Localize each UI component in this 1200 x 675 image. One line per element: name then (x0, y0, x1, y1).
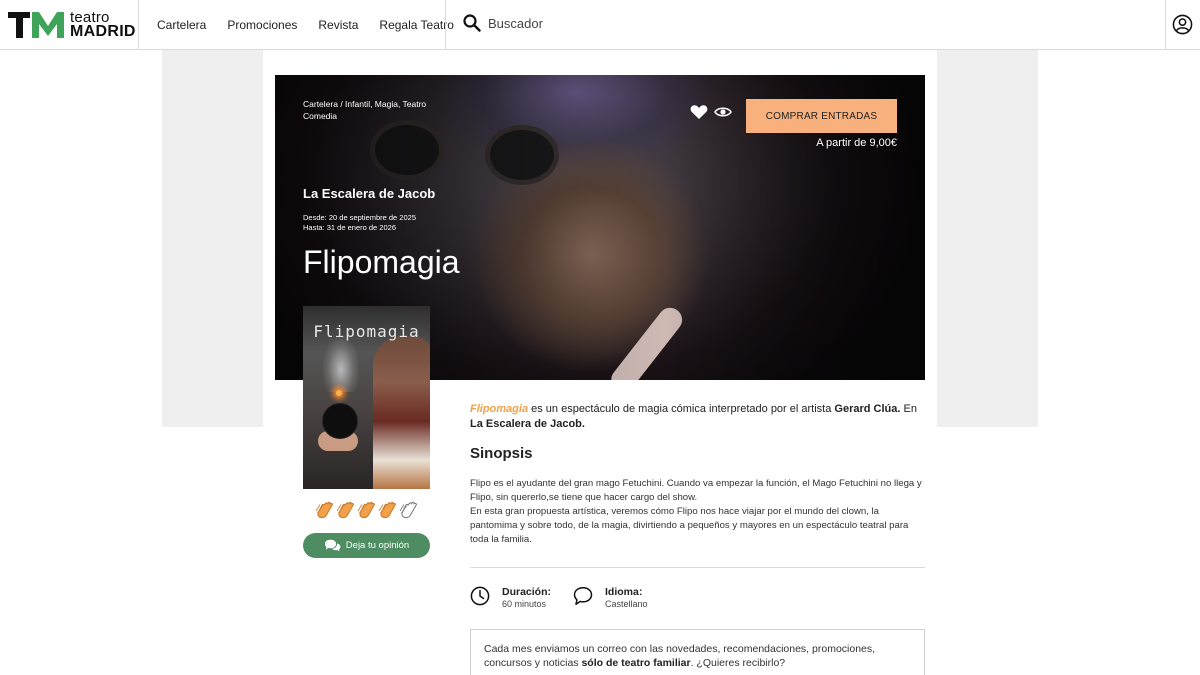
clap-hand-filled-icon[interactable] (336, 501, 356, 520)
leave-opinion-button[interactable]: Deja tu opinión (303, 533, 430, 558)
logo-wordmark: teatro MADRID (70, 10, 136, 40)
newsletter-question: . ¿Quieres recibirlo? (690, 657, 786, 669)
breadcrumb: Cartelera / Infantil, Magia, Teatro Come… (303, 98, 503, 122)
duration-value: 60 minutos (502, 599, 547, 609)
clock-icon (470, 586, 490, 606)
show-poster: Flipomagia (303, 306, 430, 489)
intro-show-name: Flipomagia (470, 403, 529, 415)
duration-label: Duración: (502, 586, 552, 598)
synopsis-paragraph: En esta gran propuesta artística, veremo… (470, 506, 909, 545)
header-divider (1165, 0, 1166, 50)
poster-title: Flipomagia (313, 322, 420, 341)
language-label: Idioma: (605, 586, 643, 598)
language-value: Castellano (605, 599, 648, 609)
speech-bubble-icon (573, 587, 593, 605)
intro-text: En (900, 403, 917, 415)
user-account-icon[interactable] (1172, 14, 1193, 35)
poster-bomb (323, 404, 357, 438)
clap-hand-filled-icon[interactable] (315, 501, 335, 520)
header-divider (138, 0, 139, 50)
buy-tickets-button[interactable]: COMPRAR ENTRADAS (746, 99, 897, 133)
chat-bubbles-icon (324, 539, 341, 552)
intro-artist: Gerard Clúa. (834, 403, 901, 415)
hero-actions (690, 104, 732, 120)
leave-opinion-label: Deja tu opinión (345, 540, 410, 551)
top-navigation-bar: teatro MADRID Cartelera Promociones Revi… (0, 0, 1200, 50)
section-divider (470, 567, 925, 568)
heart-icon[interactable] (690, 104, 708, 120)
newsletter-text: Cada mes enviamos un correo con las nove… (484, 642, 904, 670)
logo-line-madrid: MADRID (70, 23, 136, 40)
duration-info: Duración: 60 minutos (470, 585, 551, 610)
nav-item-promociones[interactable]: Promociones (227, 18, 297, 32)
nav-item-regala-teatro[interactable]: Regala Teatro (379, 18, 454, 32)
eye-icon[interactable] (714, 104, 732, 120)
clap-hand-filled-icon[interactable] (357, 501, 377, 520)
tm-logo-icon (8, 12, 64, 38)
nav-item-revista[interactable]: Revista (318, 18, 358, 32)
intro-text: es un espectáculo de magia cómica interp… (528, 403, 835, 415)
show-intro: Flipomagia es un espectáculo de magia có… (470, 402, 925, 432)
newsletter-highlight: sólo de teatro familiar (581, 657, 691, 669)
poster-performer (373, 336, 430, 489)
rating-clap-hands[interactable] (315, 501, 419, 520)
venue-name[interactable]: La Escalera de Jacob (303, 186, 435, 201)
breadcrumb-categories[interactable]: Cartelera / Infantil, Magia, Teatro (303, 98, 503, 110)
newsletter-box: Cada mes enviamos un correo con las nove… (470, 629, 925, 675)
search-box[interactable]: Buscador (463, 14, 543, 32)
page-title: Flipomagia (303, 244, 460, 280)
poster-fuse-spark (336, 390, 342, 396)
nav-item-cartelera[interactable]: Cartelera (157, 18, 206, 32)
search-placeholder: Buscador (488, 15, 543, 31)
header-divider (445, 0, 446, 50)
clap-hand-empty-icon[interactable] (399, 501, 419, 520)
synopsis-paragraph: Flipo es el ayudante del gran mago Fetuc… (470, 478, 922, 503)
poster-smoke (323, 336, 359, 392)
synopsis-heading: Sinopsis (470, 445, 533, 462)
teatro-madrid-logo[interactable]: teatro MADRID (8, 10, 136, 40)
clap-hand-filled-icon[interactable] (378, 501, 398, 520)
search-icon (463, 14, 481, 32)
main-nav: Cartelera Promociones Revista Regala Tea… (157, 0, 454, 50)
intro-venue-link[interactable]: La Escalera de Jacob. (470, 418, 585, 430)
date-to: Hasta: 31 de enero de 2026 (303, 223, 396, 232)
breadcrumb-subcategory[interactable]: Comedia (303, 110, 503, 122)
language-info: Idioma: Castellano (573, 585, 648, 610)
synopsis-text: Flipo es el ayudante del gran mago Fetuc… (470, 477, 926, 547)
date-from: Desde: 20 de septiembre de 2025 (303, 213, 416, 222)
price-from: A partir de 9,00€ (816, 137, 897, 149)
show-dates: Desde: 20 de septiembre de 2025 Hasta: 3… (303, 213, 416, 233)
